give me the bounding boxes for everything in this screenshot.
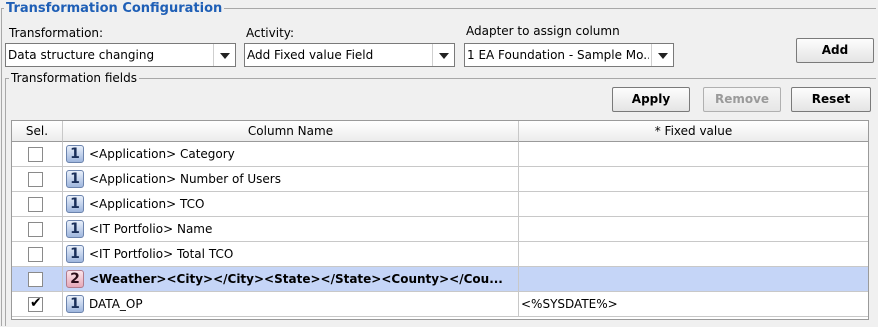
sel-cell: ✔ <box>12 292 63 317</box>
fixed-value-cell[interactable]: <%SYSDATE%> <box>519 292 868 317</box>
row-checkbox[interactable] <box>28 197 43 212</box>
level-badge-icon: 2 <box>66 270 84 288</box>
table-row[interactable]: 1 <Application> Category <box>12 142 868 167</box>
fixed-value-cell[interactable] <box>519 217 868 242</box>
column-name-text: <IT Portfolio> Total TCO <box>89 247 234 261</box>
level-badge-icon: 1 <box>66 220 84 238</box>
level-badge-icon: 1 <box>66 195 84 213</box>
level-badge-icon: 1 <box>66 245 84 263</box>
chevron-down-icon[interactable] <box>432 44 454 66</box>
level-badge-icon: 1 <box>66 170 84 188</box>
sel-cell <box>12 167 63 192</box>
adapter-label: Adapter to assign column <box>466 24 620 38</box>
reset-button[interactable]: Reset <box>791 87 871 112</box>
column-name-cell[interactable]: 2 <Weather><City></City><State></State><C… <box>63 267 519 292</box>
adapter-select[interactable]: 1 EA Foundation - Sample Mo... <box>464 43 674 67</box>
activity-select-value: Add Fixed value Field <box>247 48 374 62</box>
group-title: Transformation Configuration <box>4 0 225 17</box>
remove-button[interactable]: Remove <box>703 87 781 112</box>
sel-cell <box>12 242 63 267</box>
column-name-text: <IT Portfolio> Name <box>89 222 213 236</box>
table-row[interactable]: 2 <Weather><City></City><State></State><C… <box>12 267 868 292</box>
column-name-text: <Application> TCO <box>89 197 205 211</box>
fixed-value-cell[interactable] <box>519 242 868 267</box>
transformation-select-value: Data structure changing <box>8 48 155 62</box>
fixed-value-cell[interactable] <box>519 192 868 217</box>
fixed-value-text: <%SYSDATE%> <box>521 297 618 311</box>
activity-select[interactable]: Add Fixed value Field <box>244 43 455 67</box>
column-name-cell[interactable]: 1 DATA_OP <box>63 292 519 317</box>
adapter-select-value: 1 EA Foundation - Sample Mo... <box>467 48 649 62</box>
chevron-down-icon[interactable] <box>213 44 235 66</box>
column-header-fixed-value[interactable]: * Fixed value <box>519 121 868 142</box>
level-badge-icon: 1 <box>66 295 84 313</box>
column-name-text: <Application> Number of Users <box>89 172 281 186</box>
sel-cell <box>12 217 63 242</box>
add-button[interactable]: Add <box>796 38 874 63</box>
fixed-value-cell[interactable] <box>519 142 868 167</box>
column-name-text: <Weather><City></City><State></State><Co… <box>89 272 503 286</box>
transformation-label: Transformation: <box>9 26 104 40</box>
chevron-down-icon[interactable] <box>651 44 673 66</box>
column-name-cell[interactable]: 1 <Application> Category <box>63 142 519 167</box>
column-name-cell[interactable]: 1 <Application> Number of Users <box>63 167 519 192</box>
sel-cell <box>12 267 63 292</box>
table-row[interactable]: 1 <Application> TCO <box>12 192 868 217</box>
row-checkbox[interactable]: ✔ <box>28 295 43 312</box>
column-header-sel[interactable]: Sel. <box>12 121 63 142</box>
transformation-select[interactable]: Data structure changing <box>5 43 236 67</box>
table-row[interactable]: 1 <IT Portfolio> Total TCO <box>12 242 868 267</box>
table-row[interactable]: ✔ 1 DATA_OP <%SYSDATE%> <box>12 292 868 317</box>
fixed-value-cell[interactable] <box>519 167 868 192</box>
row-checkbox[interactable] <box>28 247 43 262</box>
column-name-cell[interactable]: 1 <Application> TCO <box>63 192 519 217</box>
row-checkbox[interactable] <box>28 172 43 187</box>
level-badge-icon: 1 <box>66 145 84 163</box>
row-checkbox[interactable] <box>28 147 43 162</box>
activity-label: Activity: <box>246 26 295 40</box>
apply-button[interactable]: Apply <box>612 87 690 112</box>
sel-cell <box>12 192 63 217</box>
table-row[interactable]: 1 <Application> Number of Users <box>12 167 868 192</box>
row-checkbox[interactable] <box>28 272 43 287</box>
column-name-text: DATA_OP <box>89 297 143 311</box>
transformation-fields-title: Transformation fields <box>9 71 139 85</box>
column-name-cell[interactable]: 1 <IT Portfolio> Total TCO <box>63 242 519 267</box>
sel-cell <box>12 142 63 167</box>
row-checkbox[interactable] <box>28 222 43 237</box>
table-row[interactable]: 1 <IT Portfolio> Name <box>12 217 868 242</box>
fixed-value-cell[interactable] <box>519 267 868 292</box>
transformation-fields-table: Sel. Column Name * Fixed value 1 <Applica… <box>11 120 869 320</box>
column-header-name[interactable]: Column Name <box>63 121 519 142</box>
column-name-text: <Application> Category <box>89 147 235 161</box>
column-name-cell[interactable]: 1 <IT Portfolio> Name <box>63 217 519 242</box>
checkmark-icon: ✔ <box>30 295 42 311</box>
